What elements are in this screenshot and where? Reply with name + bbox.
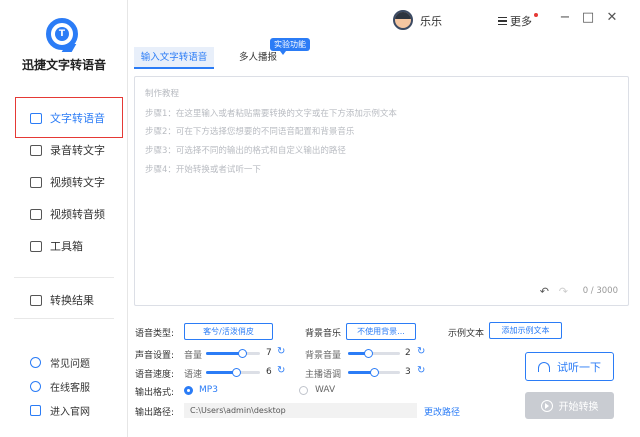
notification-dot	[534, 13, 538, 17]
tutorial-step: 步骤1：在这里输入或者粘贴需要转换的文字或在下方添加示例文本	[145, 109, 397, 119]
sidebar-item-label: 录音转文字	[50, 144, 105, 157]
reset-icon[interactable]: ↻	[277, 346, 285, 357]
sidebar-item-results[interactable]: 转换结果	[30, 289, 94, 311]
volume-slider[interactable]	[206, 349, 260, 358]
experimental-badge: 实验功能	[270, 38, 310, 55]
tutorial-step: 步骤3：可选择不同的输出的格式和自定义输出的路径	[145, 146, 346, 156]
preview-listen-label: 试听一下	[557, 360, 601, 374]
sidebar-divider	[14, 277, 114, 278]
bg-volume-label: 背景音量	[305, 351, 342, 361]
sidebar-item-label: 工具箱	[50, 240, 83, 253]
sidebar-item-label: 视频转文字	[50, 176, 105, 189]
more-menu-button[interactable]: 更多	[498, 13, 532, 29]
video-audio-icon	[30, 208, 42, 220]
sample-text-label: 示例文本	[448, 329, 485, 339]
pitch-value: 3	[405, 367, 411, 377]
more-label: 更多	[510, 15, 532, 28]
start-convert-label: 开始转换	[558, 402, 599, 413]
bg-volume-slider[interactable]	[348, 349, 400, 358]
avatar[interactable]	[393, 10, 413, 30]
add-sample-text-button[interactable]: 添加示例文本	[489, 322, 562, 339]
voice-type-label: 语音类型:	[135, 329, 175, 339]
redo-icon[interactable]: ↷	[559, 285, 568, 298]
video-icon	[30, 176, 42, 188]
sidebar: T 迅捷文字转语音 文字转语音 录音转文字 视频转文字 视频转音频 工具箱 转换…	[0, 0, 128, 437]
voice-settings-label: 声音设置:	[135, 351, 175, 361]
close-button[interactable]: ✕	[605, 11, 619, 25]
bg-volume-value: 2	[405, 348, 411, 358]
volume-label: 音量	[184, 351, 203, 361]
output-path-field[interactable]: C:\Users\admin\desktop	[184, 403, 417, 418]
tab-active-indicator	[134, 67, 214, 69]
sidebar-footer-label: 在线客服	[50, 382, 90, 394]
headphones-icon	[538, 361, 550, 372]
username[interactable]: 乐乐	[420, 13, 442, 29]
recording-icon	[30, 144, 42, 156]
result-icon	[30, 294, 42, 306]
undo-icon[interactable]: ↶	[540, 285, 549, 298]
bg-music-select[interactable]: 不使用背景...	[346, 323, 416, 340]
sidebar-item-video-to-audio[interactable]: 视频转音频	[30, 203, 105, 225]
question-icon	[30, 356, 41, 368]
sidebar-item-label: 文字转语音	[50, 112, 105, 125]
sidebar-item-video-to-text[interactable]: 视频转文字	[30, 171, 105, 193]
toolbox-icon	[30, 240, 42, 252]
reset-icon[interactable]: ↻	[417, 346, 425, 357]
format-label: 输出格式:	[135, 388, 175, 398]
rate-value: 6	[266, 367, 272, 377]
tutorial-step: 步骤4：开始转换或者试听一下	[145, 165, 261, 175]
slider-handle[interactable]	[370, 368, 379, 377]
format-mp3-radio[interactable]	[184, 386, 193, 395]
slider-handle[interactable]	[232, 368, 241, 377]
tab-text-input[interactable]: 输入文字转语音	[134, 47, 214, 69]
sidebar-divider	[14, 318, 114, 319]
pitch-label: 主播语调	[305, 370, 342, 380]
sidebar-footer-label: 常见问题	[50, 358, 90, 370]
rate-label: 语速	[184, 370, 203, 380]
tutorial-step: 步骤2：可在下方选择您想要的不同语音配置和背景音乐	[145, 127, 355, 137]
menu-icon	[498, 17, 507, 25]
maximize-button[interactable]: □	[581, 11, 595, 25]
format-wav-radio[interactable]	[299, 386, 308, 395]
play-icon	[540, 399, 553, 412]
text-to-speech-icon	[30, 112, 42, 124]
sidebar-footer-website[interactable]: 进入官网	[30, 401, 90, 419]
char-counter: 0 / 3000	[582, 286, 618, 296]
app-window: T 迅捷文字转语音 文字转语音 录音转文字 视频转文字 视频转音频 工具箱 转换…	[0, 0, 640, 437]
sidebar-footer-service[interactable]: 在线客服	[30, 377, 90, 395]
minimize-button[interactable]: −	[558, 11, 572, 25]
sidebar-item-label: 转换结果	[50, 294, 94, 307]
sidebar-item-recording-to-text[interactable]: 录音转文字	[30, 139, 105, 161]
sidebar-footer-faq[interactable]: 常见问题	[30, 353, 90, 371]
slider-handle[interactable]	[238, 349, 247, 358]
speed-label: 语音速度:	[135, 370, 175, 380]
format-wav-label[interactable]: WAV	[315, 385, 335, 395]
app-name: 迅捷文字转语音	[21, 58, 106, 72]
sidebar-item-text-to-speech[interactable]: 文字转语音	[30, 107, 105, 129]
rate-slider[interactable]	[206, 368, 260, 377]
reset-icon[interactable]: ↻	[417, 365, 425, 376]
sidebar-item-label: 视频转音频	[50, 208, 105, 221]
preview-listen-button[interactable]: 试听一下	[525, 352, 614, 381]
change-path-link[interactable]: 更改路径	[424, 405, 460, 418]
voice-type-select[interactable]: 客兮/活泼俏皮	[184, 323, 273, 340]
start-convert-button[interactable]: 开始转换	[525, 392, 614, 419]
reset-icon[interactable]: ↻	[277, 365, 285, 376]
path-label: 输出路径:	[135, 408, 175, 418]
bg-music-label: 背景音乐	[305, 329, 342, 339]
slider-handle[interactable]	[364, 349, 373, 358]
sidebar-footer-label: 进入官网	[50, 406, 90, 418]
tutorial-title: 制作教程	[145, 89, 180, 99]
sidebar-item-toolbox[interactable]: 工具箱	[30, 235, 83, 257]
service-icon	[30, 380, 41, 392]
format-mp3-label[interactable]: MP3	[199, 385, 218, 395]
website-icon	[30, 404, 41, 416]
volume-value: 7	[266, 348, 272, 358]
text-input-area[interactable]: 制作教程 步骤1：在这里输入或者粘贴需要转换的文字或在下方添加示例文本 步骤2：…	[134, 76, 629, 306]
pitch-slider[interactable]	[348, 368, 400, 377]
